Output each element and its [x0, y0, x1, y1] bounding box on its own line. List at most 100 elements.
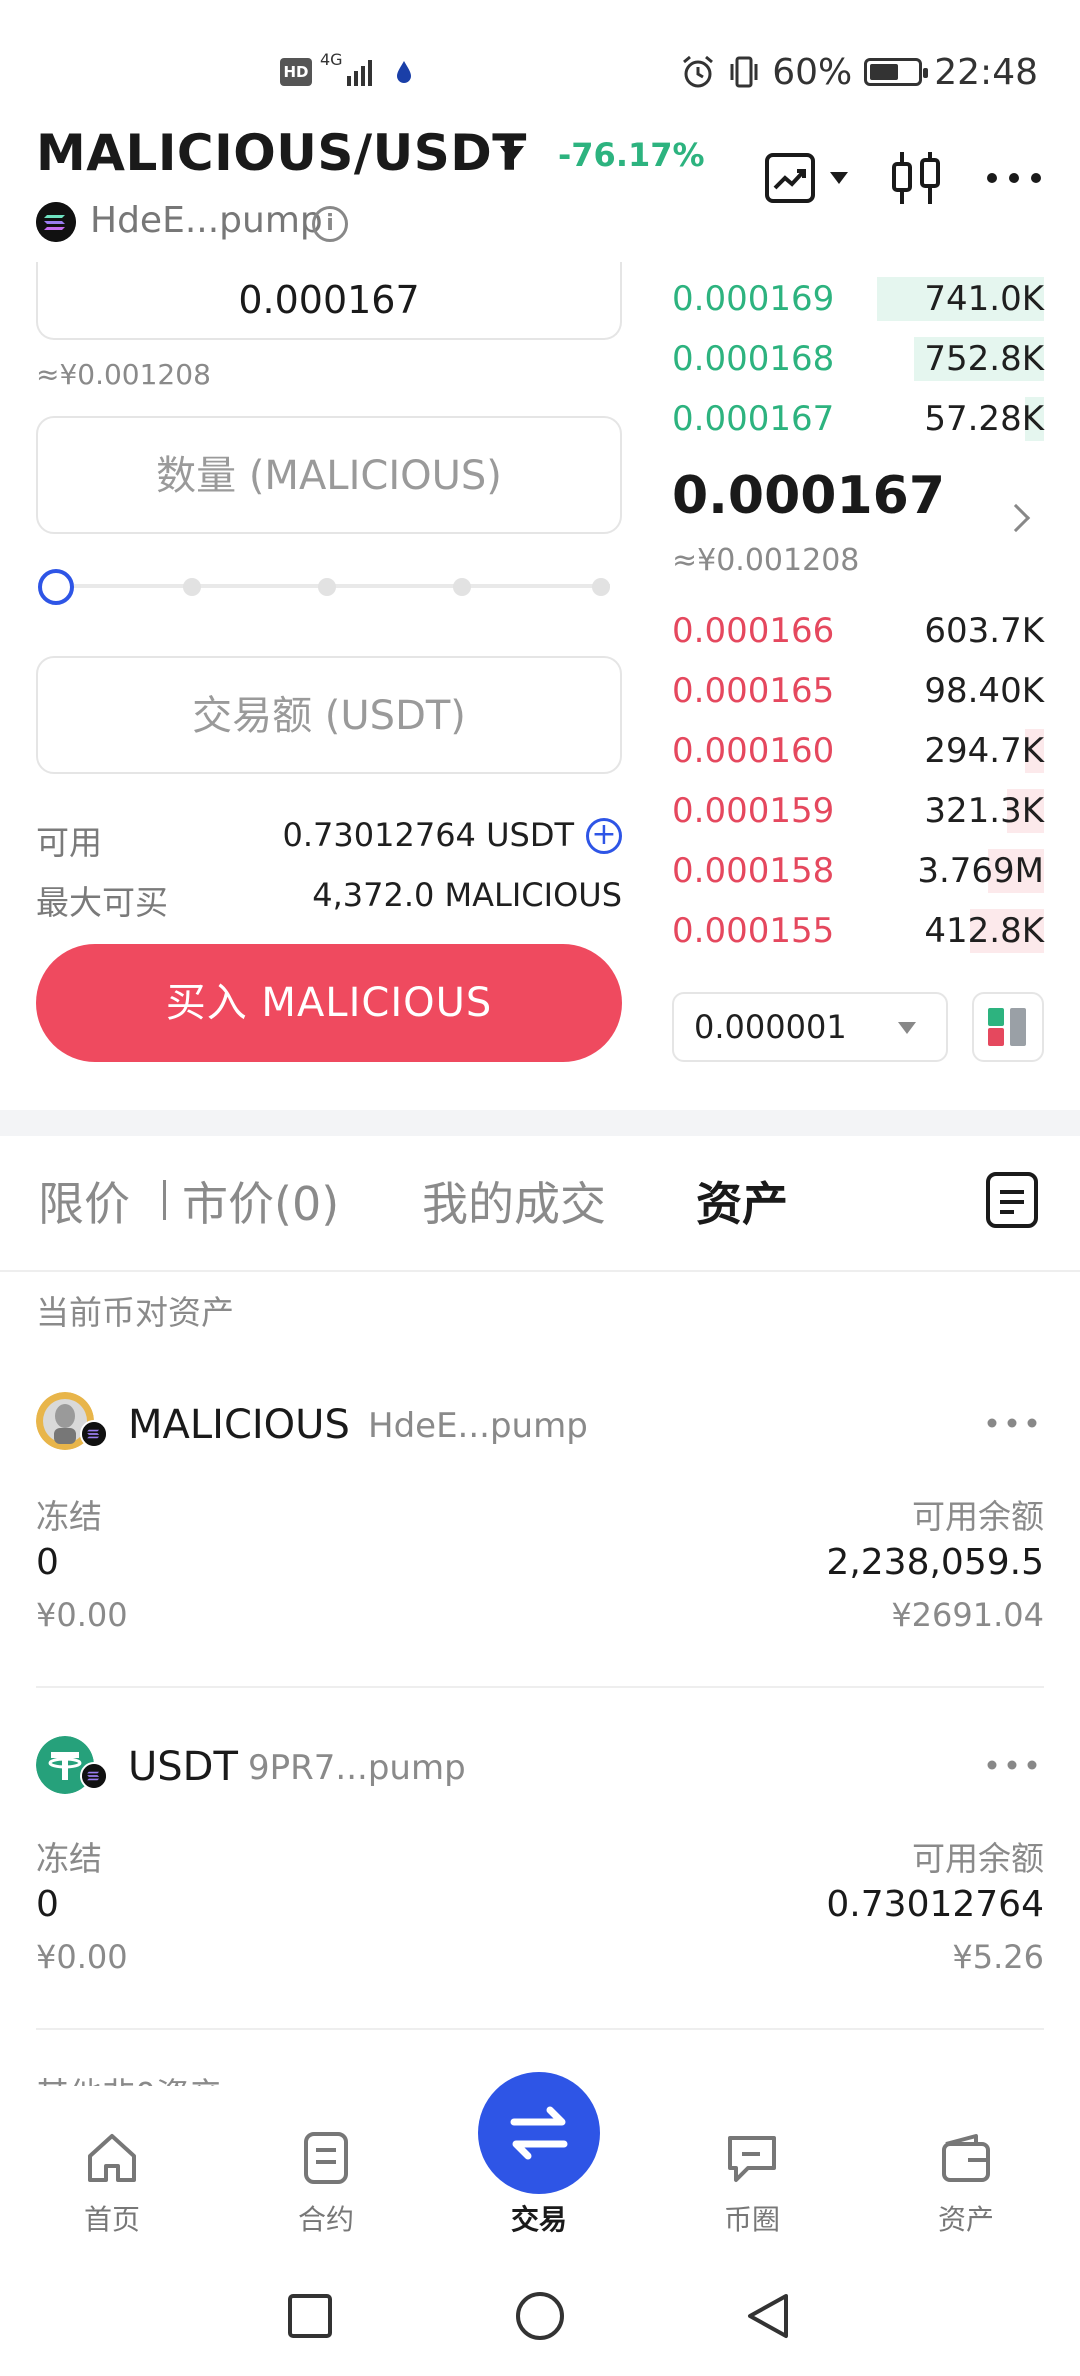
nav-trade-label[interactable]: 交易: [469, 2198, 609, 2238]
available-balance-value: 2,238,059.5: [826, 1542, 1044, 1583]
amount-slider-knob[interactable]: [38, 569, 74, 605]
frozen-cny: ¥0.00: [36, 1596, 128, 1634]
frozen-cny: ¥0.00: [36, 1938, 128, 1976]
bid-price: 0.000159: [672, 791, 835, 831]
ask-size: 57.28K: [924, 399, 1044, 439]
ask-row[interactable]: 0.000169 741.0K: [672, 275, 1044, 323]
bid-row[interactable]: 0.000155 412.8K: [672, 907, 1044, 955]
solana-logo-icon: [36, 202, 76, 242]
slider-stop-25[interactable]: [183, 578, 201, 596]
signal-icon: [347, 60, 372, 86]
tab-market-orders[interactable]: 市价(0): [182, 1168, 339, 1234]
ask-price: 0.000168: [672, 339, 835, 379]
chevron-right-icon[interactable]: [1001, 503, 1031, 533]
bid-price: 0.000160: [672, 731, 835, 771]
buy-button[interactable]: 买入 MALICIOUS: [36, 944, 622, 1062]
chart-type-caret-icon[interactable]: [830, 172, 848, 184]
chart-trend-icon[interactable]: [764, 152, 816, 204]
back-icon[interactable]: [744, 2290, 792, 2342]
solana-chain-icon: [80, 1762, 108, 1790]
hd-badge: HD: [280, 58, 312, 86]
caret-down-icon[interactable]: [500, 146, 524, 162]
ask-price: 0.000167: [672, 399, 835, 439]
asset-address[interactable]: HdeE...pump: [368, 1406, 588, 1446]
tab-my-trades[interactable]: 我的成交: [422, 1168, 606, 1234]
bid-row[interactable]: 0.000165 98.40K: [672, 667, 1044, 715]
book-layout-button[interactable]: [972, 992, 1044, 1062]
ask-row[interactable]: 0.000168 752.8K: [672, 335, 1044, 383]
token-address[interactable]: HdeE...pump: [90, 200, 323, 241]
bid-size: 294.7K: [924, 731, 1044, 771]
nav-home-label[interactable]: 首页: [42, 2198, 182, 2238]
available-balance-cny: ¥2691.04: [891, 1596, 1044, 1634]
asset-more-icon[interactable]: [986, 1758, 1038, 1772]
available-balance-value: 0.73012764: [826, 1884, 1044, 1925]
app-notification-icon: [397, 61, 411, 83]
alarm-icon: [683, 55, 714, 88]
home-icon[interactable]: [84, 2130, 140, 2186]
last-price: 0.000167: [672, 466, 946, 526]
asset-more-icon[interactable]: [986, 1416, 1038, 1430]
nav-community-label[interactable]: 币圈: [682, 2198, 822, 2238]
contract-icon[interactable]: [298, 2130, 354, 2186]
chat-icon[interactable]: [724, 2130, 780, 2186]
clock: 22:48: [934, 51, 1038, 93]
slider-stop-50[interactable]: [318, 578, 336, 596]
battery-percent: 60%: [772, 51, 853, 93]
pair-title[interactable]: MALICIOUS/USDT: [36, 124, 527, 182]
book-layout-icon: [988, 1008, 1026, 1046]
swap-icon: [510, 2106, 568, 2160]
price-change: -76.17%: [558, 136, 705, 174]
wallet-icon[interactable]: [938, 2130, 994, 2186]
slider-stop-75[interactable]: [453, 578, 471, 596]
asset-divider: [36, 2028, 1044, 2030]
bid-price: 0.000165: [672, 671, 835, 711]
quantity-input[interactable]: 数量 (MALICIOUS): [36, 416, 622, 534]
tab-assets[interactable]: 资产: [696, 1168, 788, 1234]
ask-price: 0.000169: [672, 279, 835, 319]
trade-fab[interactable]: [478, 2072, 600, 2194]
network-type: 4G: [320, 50, 343, 69]
frozen-label: 冻结: [36, 1497, 102, 1536]
order-history-icon[interactable]: [984, 1170, 1040, 1230]
max-buy-value: 4,372.0 MALICIOUS: [312, 876, 622, 914]
bid-row[interactable]: 0.000160 294.7K: [672, 727, 1044, 775]
solana-chain-icon: [80, 1420, 108, 1448]
frozen-value: 0: [36, 1542, 59, 1583]
tab-limit-orders[interactable]: 限价: [38, 1168, 130, 1234]
battery-fill: [870, 64, 899, 80]
nav-contract-label[interactable]: 合约: [256, 2198, 396, 2238]
price-input[interactable]: 0.000167: [36, 262, 622, 340]
recents-icon[interactable]: [286, 2292, 334, 2340]
asset-address[interactable]: 9PR7...pump: [248, 1748, 466, 1788]
vibrate-icon: [730, 56, 758, 88]
asset-name: MALICIOUS: [128, 1402, 350, 1448]
frozen-label: 冻结: [36, 1839, 102, 1878]
tabs-divider: [0, 1270, 1080, 1272]
battery-icon: [864, 58, 929, 86]
home-circle-icon[interactable]: [514, 2290, 566, 2342]
ask-row[interactable]: 0.000167 57.28K: [672, 395, 1044, 443]
bid-size: 98.40K: [924, 671, 1044, 711]
caret-down-icon: [898, 1022, 916, 1034]
status-bar: HD 4G 60% 22:48: [0, 0, 1080, 130]
candlestick-icon[interactable]: [888, 148, 944, 208]
section-separator: [0, 1110, 1080, 1136]
ask-size: 752.8K: [924, 339, 1044, 379]
deposit-plus-icon[interactable]: +: [586, 818, 622, 854]
slider-stop-100[interactable]: [592, 578, 610, 596]
bid-row[interactable]: 0.000159 321.3K: [672, 787, 1044, 835]
amount-slider-track[interactable]: [74, 584, 610, 588]
bid-row[interactable]: 0.000166 603.7K: [672, 607, 1044, 655]
more-icon[interactable]: [984, 170, 1044, 186]
trade-amount-input[interactable]: 交易额 (USDT): [36, 656, 622, 774]
info-icon[interactable]: i: [312, 206, 348, 242]
bid-row[interactable]: 0.000158 3.769M: [672, 847, 1044, 895]
available-balance-label: 可用余额: [912, 1497, 1044, 1536]
available-balance-cny: ¥5.26: [952, 1938, 1044, 1976]
asset-name: USDT: [128, 1744, 238, 1790]
max-buy-label: 最大可买: [36, 883, 168, 922]
bid-size: 603.7K: [924, 611, 1044, 651]
precision-select[interactable]: 0.000001: [672, 992, 948, 1062]
nav-assets-label[interactable]: 资产: [896, 2198, 1036, 2238]
